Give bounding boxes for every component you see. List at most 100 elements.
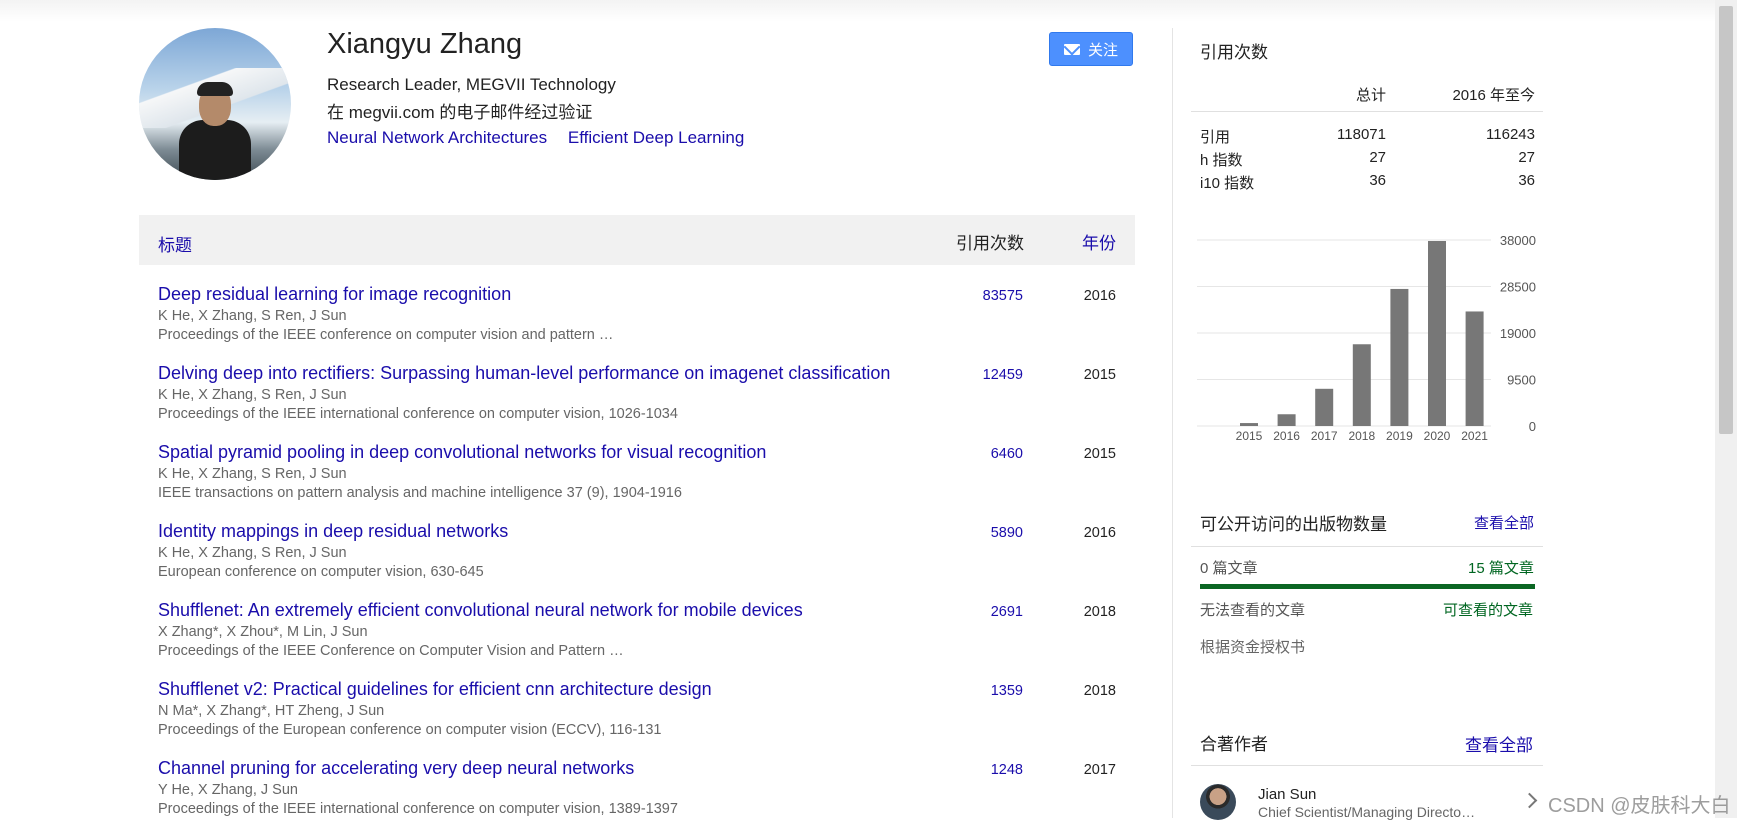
coauthor-avatar[interactable] bbox=[1200, 784, 1236, 820]
paper-title-link[interactable]: Shufflenet v2: Practical guidelines for … bbox=[158, 679, 712, 700]
chart-bar-2019[interactable] bbox=[1390, 288, 1409, 426]
stat-all: 36 bbox=[1369, 172, 1386, 189]
paper-year: 2015 bbox=[1083, 446, 1116, 462]
paper-venue: European conference on computer vision, … bbox=[158, 564, 484, 580]
stat-all: 118071 bbox=[1337, 126, 1386, 143]
citations-per-year-chart: 38000 28500 19000 9500 0 2015 2016 2017 2018 2019… bbox=[1197, 233, 1536, 443]
paper-title-link[interactable]: Shufflenet: An extremely efficient convo… bbox=[158, 600, 803, 621]
stat-since: 36 bbox=[1518, 172, 1535, 189]
x-tick-label: 2018 bbox=[1348, 429, 1375, 443]
open-access-view-all[interactable]: 查看全部 bbox=[1474, 512, 1534, 533]
y-tick-label: 28500 bbox=[1500, 280, 1536, 295]
col-all: 总计 bbox=[1355, 87, 1386, 104]
coauthors-title: 合著作者 bbox=[1200, 735, 1268, 754]
interest-link[interactable]: Neural Network Architectures bbox=[327, 128, 547, 147]
col-since: 2016 年至今 bbox=[1452, 87, 1535, 104]
paper-venue: Proceedings of the IEEE international co… bbox=[158, 406, 678, 422]
available-count[interactable]: 15 篇文章 bbox=[1468, 557, 1534, 578]
paper-cited-link[interactable]: 6460 bbox=[991, 446, 1023, 462]
paper-year: 2018 bbox=[1083, 683, 1116, 699]
table-row: Channel pruning for accelerating very de… bbox=[139, 758, 1135, 837]
stat-all: 27 bbox=[1369, 149, 1386, 166]
chart-bar-2016[interactable] bbox=[1277, 414, 1296, 426]
column-divider bbox=[1172, 28, 1173, 818]
paper-cited-link[interactable]: 2691 bbox=[991, 604, 1023, 620]
citations-title: 引用次数 bbox=[1200, 43, 1268, 62]
profile-affiliation: Research Leader, MEGVII Technology bbox=[327, 75, 616, 94]
citation-stats-table: 总计 2016 年至今 引用 118071 116243 h 指数 27 27 … bbox=[1191, 75, 1543, 193]
paper-year: 2018 bbox=[1083, 604, 1116, 620]
y-tick-label: 38000 bbox=[1500, 233, 1536, 248]
paper-authors: N Ma*, X Zhang*, HT Zheng, J Sun bbox=[158, 703, 385, 719]
stat-label[interactable]: h 指数 bbox=[1200, 149, 1243, 170]
paper-cited-link[interactable]: 1248 bbox=[991, 762, 1023, 778]
paper-venue: Proceedings of the IEEE international co… bbox=[158, 801, 678, 817]
paper-title-link[interactable]: Spatial pyramid pooling in deep convolut… bbox=[158, 442, 766, 463]
chart-bar-2018[interactable] bbox=[1352, 344, 1371, 426]
y-tick-label: 0 bbox=[1529, 419, 1536, 434]
paper-authors: K He, X Zhang, S Ren, J Sun bbox=[158, 387, 347, 403]
chart-bar-2020[interactable] bbox=[1428, 240, 1446, 426]
stat-since: 116243 bbox=[1486, 126, 1535, 143]
scrollbar-thumb[interactable] bbox=[1719, 6, 1733, 434]
coauthor-name[interactable]: Jian Sun bbox=[1258, 786, 1316, 803]
x-tick-label: 2021 bbox=[1461, 429, 1488, 443]
paper-authors: K He, X Zhang, S Ren, J Sun bbox=[158, 545, 347, 561]
table-header: 标题 引用次数 年份 bbox=[139, 215, 1135, 265]
paper-cited-link[interactable]: 1359 bbox=[991, 683, 1023, 699]
sort-by-year[interactable]: 年份 bbox=[1082, 229, 1116, 254]
stat-since: 27 bbox=[1518, 149, 1535, 166]
profile-avatar bbox=[139, 28, 291, 180]
y-tick-label: 19000 bbox=[1500, 326, 1536, 341]
paper-year: 2015 bbox=[1083, 367, 1116, 383]
publication-list: Deep residual learning for image recogni… bbox=[139, 284, 1135, 837]
follow-label: 关注 bbox=[1087, 41, 1118, 59]
paper-authors: X Zhang*, X Zhou*, M Lin, J Sun bbox=[158, 624, 368, 640]
paper-year: 2017 bbox=[1083, 762, 1116, 778]
divider bbox=[1191, 765, 1543, 766]
profile-name: Xiangyu Zhang bbox=[327, 28, 523, 60]
chevron-right-icon[interactable] bbox=[1521, 792, 1538, 809]
top-fade bbox=[0, 0, 1737, 22]
coauthors-view-all[interactable]: 查看全部 bbox=[1465, 731, 1533, 756]
paper-cited-link[interactable]: 83575 bbox=[983, 288, 1023, 304]
watermark: CSDN @皮肤科大白 bbox=[1548, 795, 1731, 817]
not-available-label: 无法查看的文章 bbox=[1200, 602, 1306, 619]
x-tick-label: 2017 bbox=[1311, 429, 1338, 443]
x-tick-label: 2019 bbox=[1386, 429, 1413, 443]
paper-title-link[interactable]: Delving deep into rectifiers: Surpassing… bbox=[158, 363, 890, 384]
y-tick-label: 9500 bbox=[1507, 373, 1536, 388]
chart-bar-2015[interactable] bbox=[1240, 423, 1258, 426]
paper-venue: IEEE transactions on pattern analysis an… bbox=[158, 485, 682, 501]
paper-authors: Y He, X Zhang, J Sun bbox=[158, 782, 298, 798]
mandate-text: 根据资金授权书 bbox=[1200, 639, 1306, 656]
stats-header: 总计 2016 年至今 bbox=[1191, 75, 1543, 112]
table-row: Spatial pyramid pooling in deep convolut… bbox=[139, 442, 1135, 521]
stat-label[interactable]: i10 指数 bbox=[1200, 172, 1254, 193]
chart-bar-2021[interactable] bbox=[1465, 311, 1484, 426]
follow-button[interactable]: 关注 bbox=[1049, 32, 1133, 66]
paper-title-link[interactable]: Identity mappings in deep residual netwo… bbox=[158, 521, 508, 542]
paper-year: 2016 bbox=[1083, 288, 1116, 304]
x-tick-label: 2016 bbox=[1273, 429, 1300, 443]
stats-row: i10 指数 36 36 bbox=[1191, 170, 1543, 193]
chart-bar-2017[interactable] bbox=[1315, 388, 1334, 426]
divider bbox=[1191, 546, 1543, 547]
paper-title-link[interactable]: Channel pruning for accelerating very de… bbox=[158, 758, 634, 779]
interest-link[interactable]: Efficient Deep Learning bbox=[568, 128, 744, 147]
paper-authors: K He, X Zhang, S Ren, J Sun bbox=[158, 466, 347, 482]
sort-by-cited[interactable]: 引用次数 bbox=[956, 229, 1024, 254]
paper-cited-link[interactable]: 12459 bbox=[983, 367, 1023, 383]
x-tick-label: 2020 bbox=[1424, 429, 1451, 443]
table-row: Shufflenet: An extremely efficient convo… bbox=[139, 600, 1135, 679]
paper-venue: Proceedings of the IEEE Conference on Co… bbox=[158, 643, 624, 659]
sort-by-title[interactable]: 标题 bbox=[158, 231, 192, 256]
paper-title-link[interactable]: Deep residual learning for image recogni… bbox=[158, 284, 511, 305]
paper-cited-link[interactable]: 5890 bbox=[991, 525, 1023, 541]
table-row: Delving deep into rectifiers: Surpassing… bbox=[139, 363, 1135, 442]
table-row: Shufflenet v2: Practical guidelines for … bbox=[139, 679, 1135, 758]
not-available-count[interactable]: 0 篇文章 bbox=[1200, 557, 1258, 578]
stats-row: h 指数 27 27 bbox=[1191, 147, 1543, 170]
table-row: Identity mappings in deep residual netwo… bbox=[139, 521, 1135, 600]
paper-venue: Proceedings of the IEEE conference on co… bbox=[158, 327, 614, 343]
